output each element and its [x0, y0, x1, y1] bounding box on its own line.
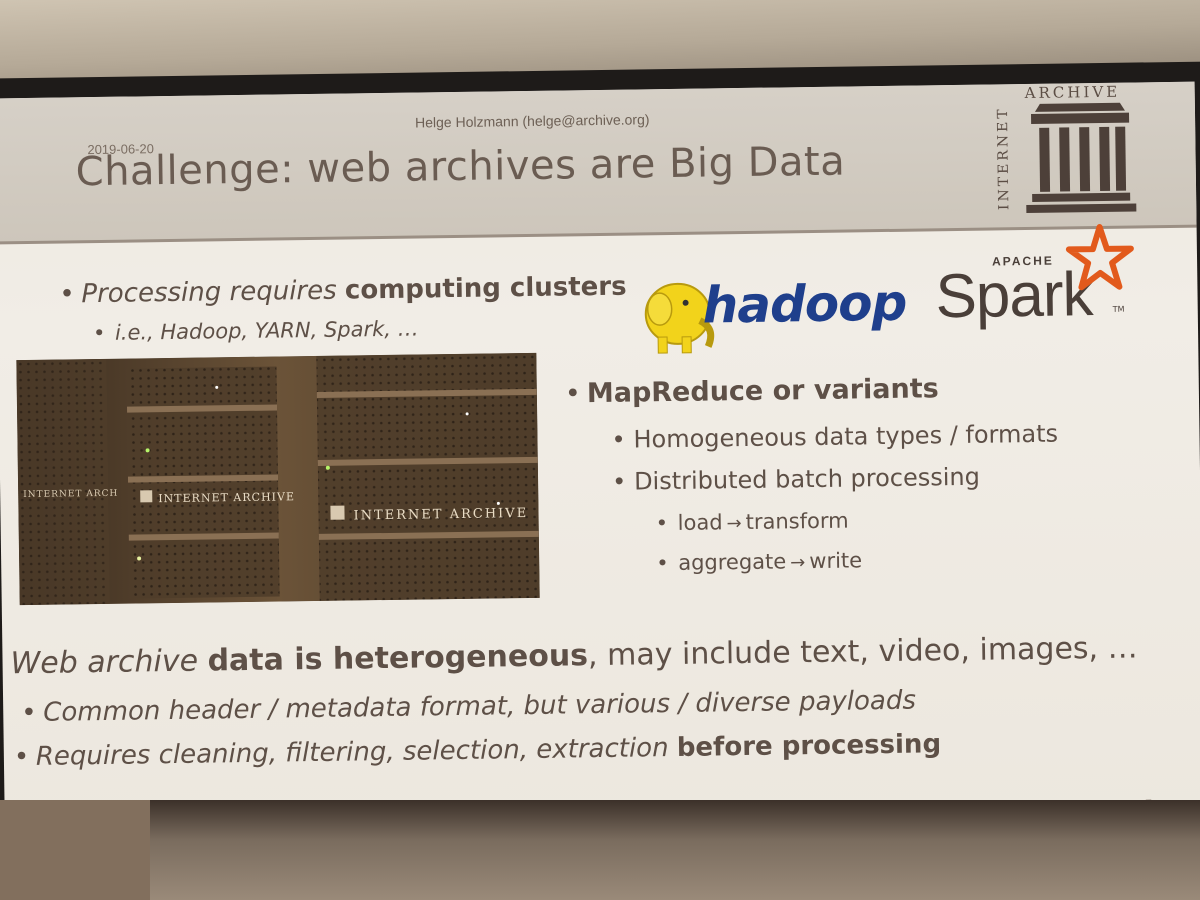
sub-bullet-distributed: • Distributed batch processing — [612, 463, 980, 496]
bullet-text: Processing requires — [81, 275, 346, 310]
bullet-glyph: • — [21, 697, 37, 729]
hadoop-logo-text: hadoop — [702, 273, 907, 335]
spark-star-icon — [1065, 224, 1134, 291]
bullet-text: load — [677, 510, 723, 535]
spark-trademark: TM — [1112, 304, 1125, 314]
internet-archive-temple-icon — [1026, 102, 1137, 214]
bullet-text: write — [809, 548, 863, 574]
photo-ia-label-1: INTERNET ARCHIVE — [158, 490, 296, 506]
bullet-text: Web archive — [10, 643, 208, 682]
bullet-computing-clusters: • Processing requires computing clusters — [59, 272, 627, 310]
sub-bullet-cluster-examples: • i.e., Hadoop, YARN, Spark, … — [93, 317, 419, 346]
bullet-text: transform — [745, 508, 849, 534]
bullet-bold-text: computing clusters — [344, 271, 627, 306]
sub-sub-bullet-load-transform: • load → transform — [656, 509, 849, 536]
bullet-mapreduce: • MapReduce or variants — [565, 373, 939, 409]
bullet-text: i.e., Hadoop, YARN, Spark, … — [114, 316, 419, 345]
bullet-glyph: • — [611, 425, 626, 454]
server-rack-photo: INTERNET ARCHIVE INTERNET ARCHIVE INTERN… — [16, 352, 540, 606]
sub-bullet-homogeneous: • Homogeneous data types / formats — [611, 420, 1058, 454]
sub-sub-bullet-aggregate-write: • aggregate → write — [656, 548, 862, 575]
sub-bullet-requires-cleaning: • Requires cleaning, filtering, selection… — [14, 729, 942, 772]
bullet-glyph: • — [564, 378, 582, 410]
bullet-bold-text: MapReduce or variants — [586, 373, 939, 410]
slide-author: Helge Holzmann (helge@archive.org) — [414, 111, 650, 131]
bullet-bold-text: before processing — [676, 729, 942, 763]
bullet-text: Distributed batch processing — [633, 462, 981, 496]
bullet-text: Homogeneous data types / formats — [633, 419, 1059, 454]
bullet-text: Common header / metadata format, but var… — [43, 685, 917, 728]
arrow-right-icon: → — [790, 552, 806, 574]
bullet-text: Requires cleaning, filtering, selection,… — [35, 732, 678, 772]
bullet-glyph: • — [656, 551, 669, 576]
presentation-slide: 2019-06-20 Helge Holzmann (helge@archive… — [0, 81, 1200, 869]
bullet-text: , may include text, video, images, … — [587, 630, 1138, 674]
bullet-glyph: • — [92, 320, 106, 346]
photo-ia-label-2: INTERNET ARCHIVE — [353, 506, 529, 524]
bullet-glyph: • — [611, 467, 627, 496]
sub-bullet-common-header: • Common header / metadata format, but va… — [21, 686, 916, 728]
bullet-glyph: • — [655, 511, 669, 536]
screen-bottom-edge — [0, 800, 1200, 900]
arrow-right-icon: → — [726, 513, 742, 535]
bullet-glyph: • — [13, 741, 30, 773]
bullet-glyph: • — [59, 279, 75, 310]
bullet-text: aggregate — [678, 549, 787, 575]
bullet-bold-text: data is heterogeneous — [207, 638, 589, 679]
server-rack-illustration — [16, 352, 540, 606]
photo-ia-label-partial: INTERNET ARCH — [23, 488, 119, 501]
bullet-heterogeneous-data: Web archive data is heterogeneous, may i… — [10, 631, 1138, 682]
foreground-lectern — [0, 800, 150, 900]
